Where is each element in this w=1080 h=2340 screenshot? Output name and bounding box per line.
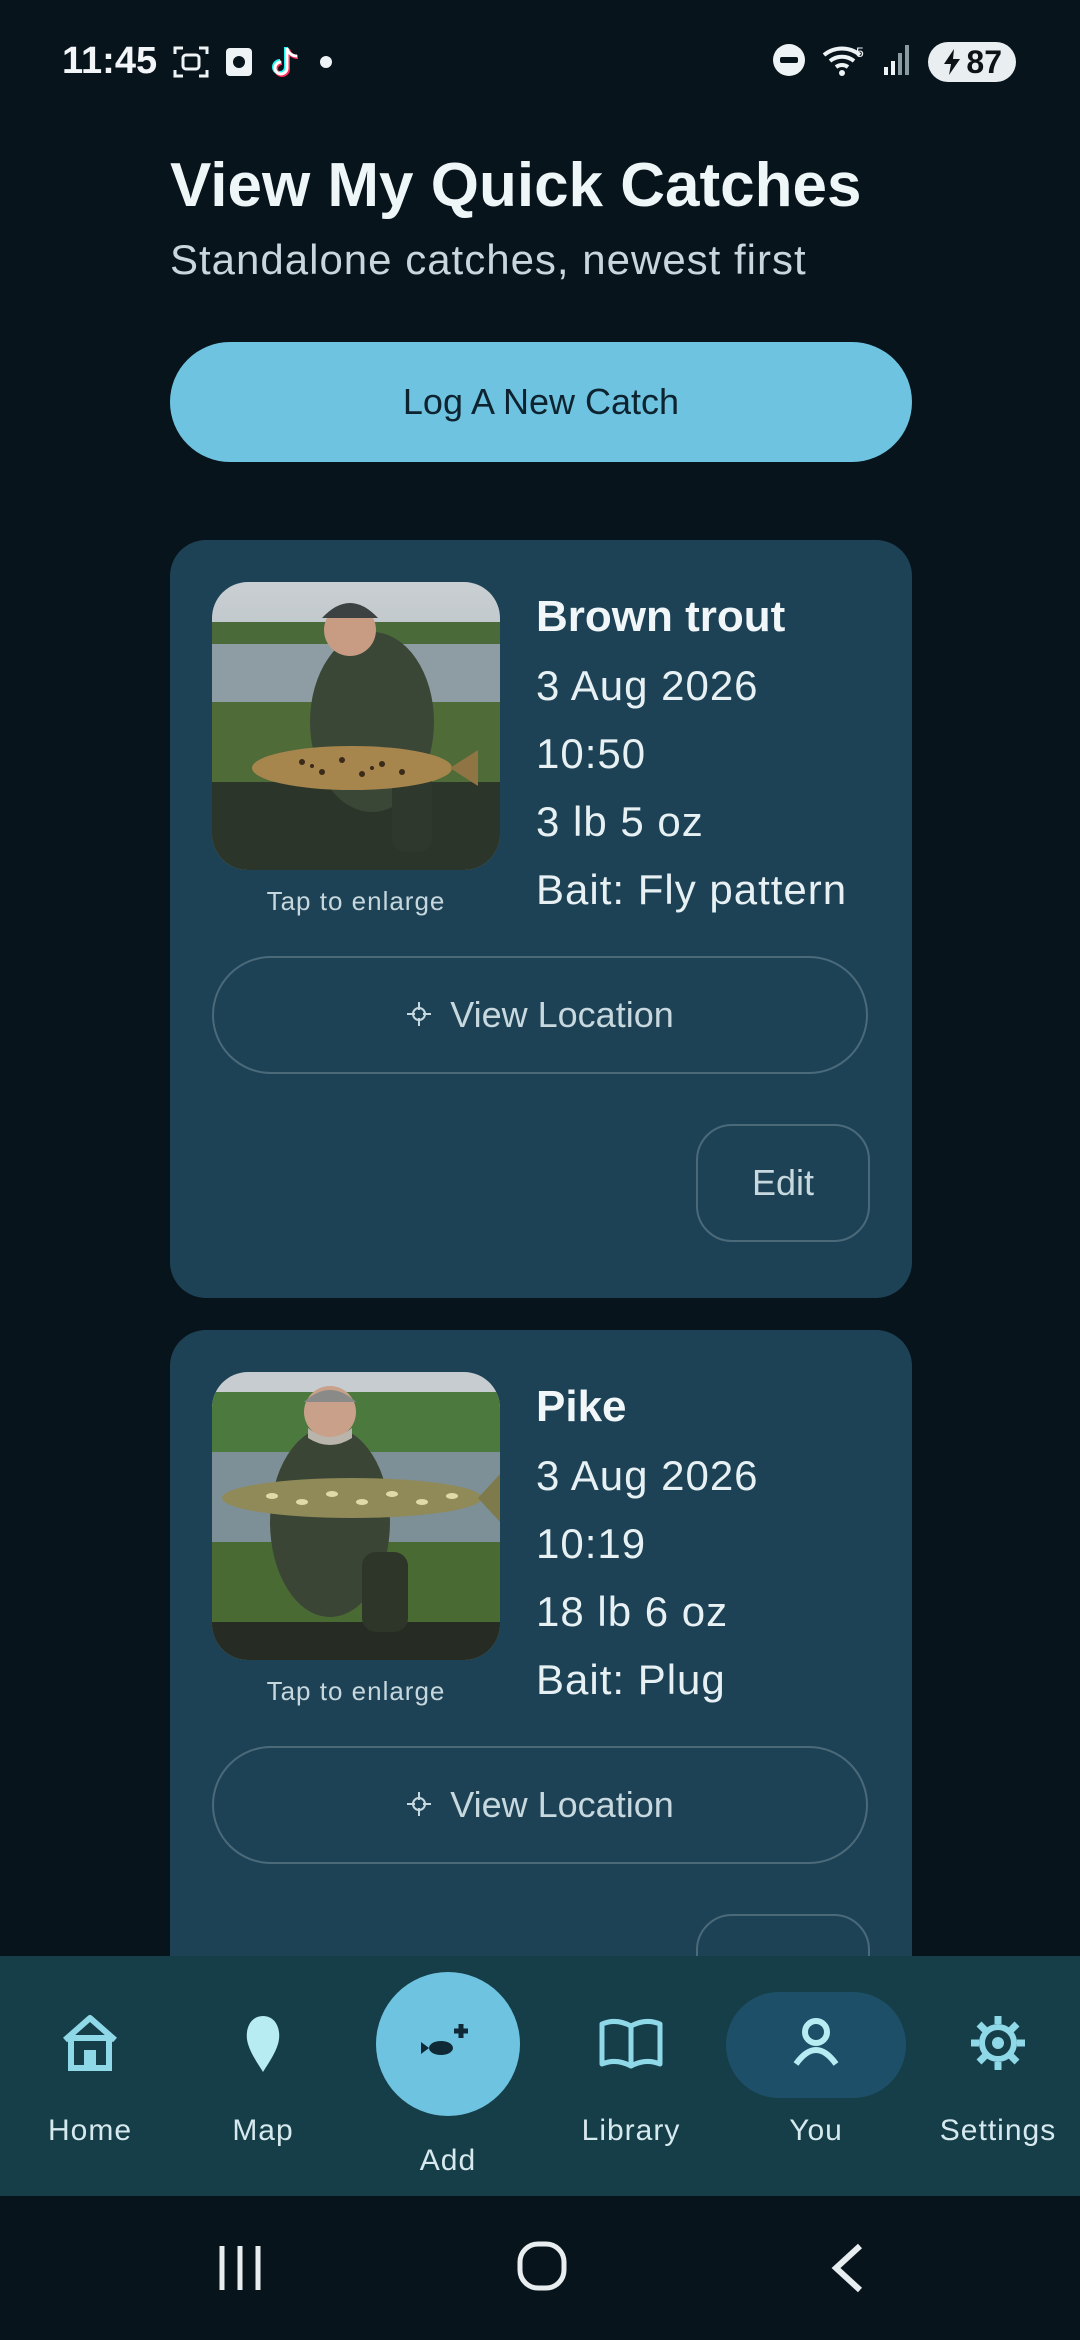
home-system-icon[interactable] <box>516 2240 568 2297</box>
signal-icon <box>882 43 912 82</box>
page-title: View My Quick Catches <box>170 151 862 220</box>
log-new-catch-button[interactable]: Log A New Catch <box>170 342 912 462</box>
catch-photo[interactable] <box>212 582 500 870</box>
home-icon <box>55 2008 125 2078</box>
nav-label: Home <box>47 2114 133 2147</box>
catch-photo-image <box>212 1372 500 1660</box>
add-fish-icon <box>413 2008 483 2078</box>
app-icon <box>224 46 254 83</box>
catch-details: Pike 3 Aug 2026 10:19 18 lb 6 oz Bait: P… <box>536 1382 759 1704</box>
catch-weight: 18 lb 6 oz <box>536 1588 729 1635</box>
battery-icon: 87 <box>928 42 1016 82</box>
catch-details: Brown trout 3 Aug 2026 10:50 3 lb 5 oz B… <box>536 592 847 914</box>
view-location-button[interactable]: View Location <box>212 1746 868 1864</box>
catch-bait: Bait: Fly pattern <box>536 866 848 913</box>
nav-item-home[interactable]: Home <box>0 1956 180 2196</box>
nav-label: Settings <box>939 2114 1057 2147</box>
catch-card: Tap to enlarge Brown trout 3 Aug 2026 10… <box>170 540 912 1298</box>
catch-bait: Bait: Plug <box>536 1656 726 1703</box>
catch-time: 10:19 <box>536 1520 647 1567</box>
nav-label: Add <box>419 2144 477 2177</box>
dot-icon <box>316 52 336 77</box>
back-icon[interactable] <box>828 2242 868 2299</box>
view-location-label: View Location <box>450 994 674 1035</box>
nav-item-settings[interactable]: Settings <box>908 1956 1080 2196</box>
person-icon <box>781 2008 851 2078</box>
nav-label: You <box>789 2114 843 2147</box>
status-bar: 11:45 5 87 <box>0 0 1080 130</box>
crosshair-icon <box>406 994 432 1036</box>
nav-item-you[interactable]: You <box>726 1956 906 2196</box>
view-location-label: View Location <box>450 1784 674 1825</box>
nav-label: Library <box>581 2114 681 2147</box>
view-location-button[interactable]: View Location <box>212 956 868 1074</box>
dnd-icon <box>772 43 806 82</box>
catch-species: Pike <box>536 1382 627 1431</box>
page-subtitle: Standalone catches, newest first <box>170 236 807 283</box>
catch-time: 10:50 <box>536 730 647 777</box>
map-pin-icon <box>228 2008 298 2078</box>
catch-card: Tap to enlarge Pike 3 Aug 2026 10:19 18 … <box>170 1330 912 2030</box>
nav-label: Map <box>232 2114 294 2147</box>
catch-photo-image <box>212 582 500 870</box>
bottom-navigation: Home Map Add Library You Settings <box>0 1956 1080 2196</box>
catch-date: 3 Aug 2026 <box>536 662 759 709</box>
gear-icon <box>963 2008 1033 2078</box>
nav-item-map[interactable]: Map <box>173 1956 353 2196</box>
recent-apps-icon[interactable] <box>216 2244 266 2297</box>
screenshot-icon <box>172 44 210 85</box>
catch-date: 3 Aug 2026 <box>536 1452 759 1499</box>
edit-button[interactable]: Edit <box>696 1124 870 1242</box>
catch-photo[interactable] <box>212 1372 500 1660</box>
tap-to-enlarge-label: Tap to enlarge <box>266 1676 446 1706</box>
catch-weight: 3 lb 5 oz <box>536 798 704 845</box>
crosshair-icon <box>406 1784 432 1826</box>
tiktok-icon <box>268 44 302 85</box>
catch-species: Brown trout <box>536 592 786 641</box>
battery-level: 87 <box>966 43 1002 80</box>
book-icon <box>596 2008 666 2078</box>
nav-item-add[interactable]: Add <box>358 1956 538 2196</box>
nav-item-library[interactable]: Library <box>541 1956 721 2196</box>
status-time: 11:45 <box>62 40 158 82</box>
system-navigation-bar <box>0 2196 1080 2340</box>
wifi-icon: 5 <box>822 43 866 82</box>
svg-text:5: 5 <box>856 44 864 60</box>
tap-to-enlarge-label: Tap to enlarge <box>266 886 446 916</box>
